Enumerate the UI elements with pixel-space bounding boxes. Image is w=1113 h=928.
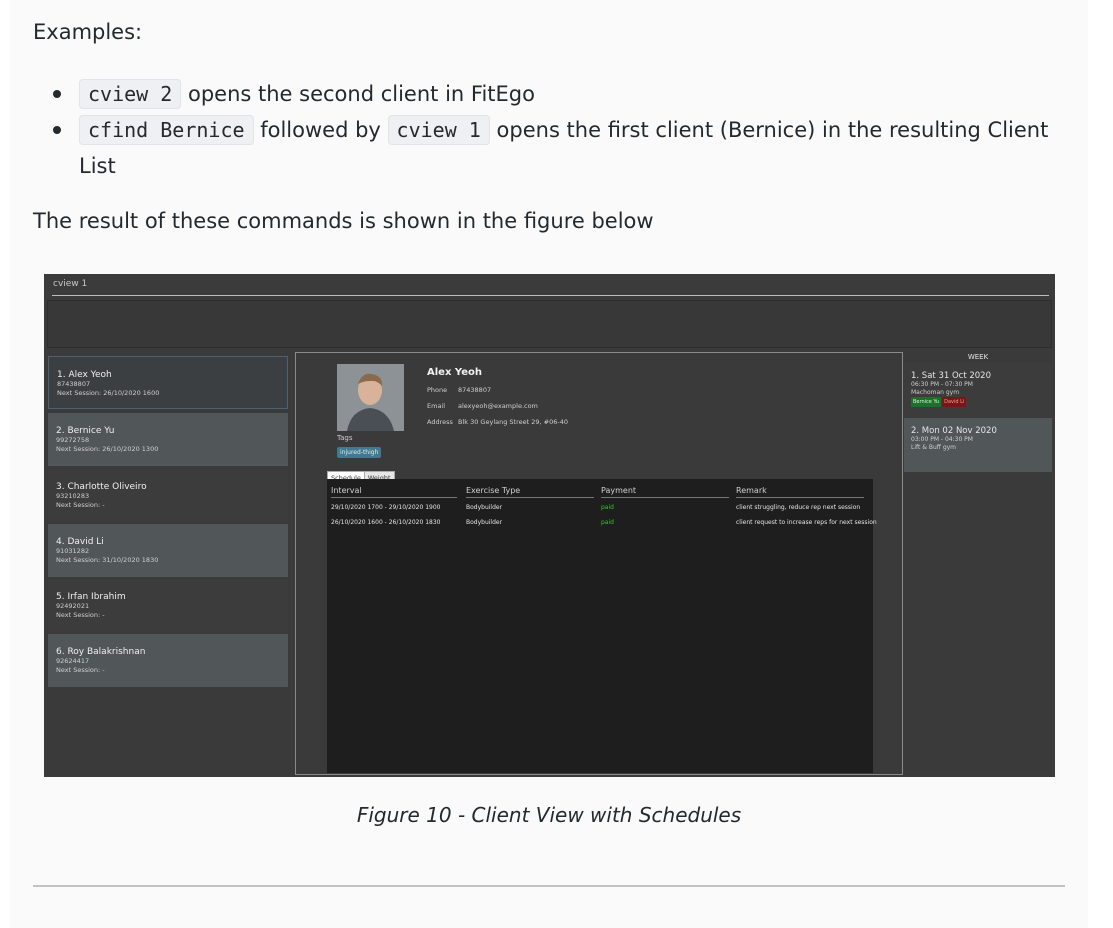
- column-header: Exercise Type: [466, 486, 594, 498]
- app-screenshot: cview 1 1. Alex Yeoh 87438807 Next Sessi…: [44, 274, 1055, 777]
- table-cell: 29/10/2020 1700 - 29/10/2020 1900: [331, 504, 441, 511]
- result-paragraph: The result of these commands is shown in…: [33, 209, 654, 233]
- session-date: 2. Mon 02 Nov 2020: [911, 426, 997, 436]
- bullet-icon: [53, 126, 61, 134]
- client-session: Next Session: -: [56, 611, 105, 619]
- client-phone: 87438807: [57, 380, 91, 388]
- table-cell: 26/10/2020 1600 - 26/10/2020 1830: [331, 519, 441, 526]
- column-header: Interval: [331, 486, 457, 498]
- session-time: 03:00 PM - 04:30 PM: [911, 436, 973, 443]
- week-session-card: 1. Sat 31 Oct 2020 06:30 PM - 07:30 PM M…: [904, 363, 1052, 417]
- client-pill: Bernice Yu: [911, 397, 942, 407]
- address-label: Address: [427, 418, 453, 426]
- session-time: 06:30 PM - 07:30 PM: [911, 381, 973, 388]
- client-card: 5. Irfan Ibrahim 92492021 Next Session: …: [48, 579, 288, 632]
- client-session: Next Session: 26/10/2020 1300: [56, 445, 159, 453]
- inline-code: cview 2: [79, 79, 182, 109]
- phone-row: Phone 87438807: [427, 386, 491, 394]
- inline-code: cview 1: [387, 115, 490, 145]
- email-label: Email: [427, 402, 446, 410]
- phone-value: 87438807: [458, 386, 492, 394]
- client-phone: 92492021: [56, 602, 90, 610]
- session-date: 1. Sat 31 Oct 2020: [911, 371, 991, 381]
- email-value: alexyeoh@example.com: [458, 402, 538, 410]
- example-text: followed by: [260, 118, 381, 142]
- client-card: 2. Bernice Yu 99272758 Next Session: 26/…: [48, 413, 288, 466]
- address-row: Address Blk 30 Geylang Street 29, #06-40: [427, 418, 568, 426]
- client-name: 6. Roy Balakrishnan: [56, 647, 146, 657]
- client-phone: 93210283: [56, 492, 90, 500]
- client-card: 1. Alex Yeoh 87438807 Next Session: 26/1…: [48, 356, 288, 409]
- session-place: Machoman gym: [911, 389, 960, 396]
- person-photo-icon: [337, 364, 404, 431]
- client-card: 3. Charlotte Oliveiro 93210283 Next Sess…: [48, 469, 288, 522]
- client-phone: 91031282: [56, 547, 90, 555]
- inline-code: cfind Bernice: [79, 115, 254, 145]
- client-card: 6. Roy Balakrishnan 92624417 Next Sessio…: [48, 634, 288, 687]
- bullet-icon: [53, 90, 61, 98]
- client-name: 1. Alex Yeoh: [57, 370, 112, 380]
- client-detail-panel: Alex Yeoh Phone 87438807 Email alexyeoh@ex…: [295, 352, 903, 775]
- column-header: Remark: [736, 486, 864, 498]
- client-name: 3. Charlotte Oliveiro: [56, 482, 147, 492]
- client-phone: 99272758: [56, 436, 90, 444]
- example-item: cview 2 opens the second client in FitEg…: [33, 76, 1073, 112]
- table-cell: paid: [601, 519, 614, 526]
- client-session: Next Session: 31/10/2020 1830: [56, 556, 159, 564]
- week-title: WEEK: [967, 353, 989, 361]
- email-row: Email alexyeoh@example.com: [427, 402, 538, 410]
- table-cell: client struggling, reduce rep next sessi…: [736, 504, 861, 511]
- client-session: Next Session: 26/10/2020 1600: [57, 389, 160, 397]
- command-underline: [52, 295, 1049, 296]
- client-photo: [337, 364, 404, 431]
- client-session: Next Session: -: [56, 501, 105, 509]
- column-header: Payment: [601, 486, 729, 498]
- client-phone: 92624417: [56, 657, 90, 665]
- client-name: 2. Bernice Yu: [56, 426, 115, 436]
- session-clients: Bernice Yu David Li: [911, 397, 1052, 407]
- client-session: Next Session: -: [56, 666, 105, 674]
- tags-label: Tags: [337, 434, 353, 442]
- document-page: Examples: cview 2 opens the second clien…: [10, 0, 1088, 928]
- horizontal-rule: [33, 885, 1065, 887]
- example-text: opens the second client in FitEgo: [187, 82, 535, 106]
- week-session-card: 2. Mon 02 Nov 2020 03:00 PM - 04:30 PM L…: [904, 418, 1052, 472]
- client-name: 4. David Li: [56, 537, 104, 547]
- client-detail-name: Alex Yeoh: [427, 367, 482, 378]
- examples-heading: Examples:: [33, 20, 143, 44]
- table-cell: paid: [601, 504, 614, 511]
- result-display: [47, 300, 1052, 348]
- tag-badge: injured-thigh: [337, 447, 382, 458]
- client-list: 1. Alex Yeoh 87438807 Next Session: 26/1…: [46, 356, 290, 775]
- figure-caption: Figure 10 - Client View with Schedules: [356, 803, 742, 827]
- phone-label: Phone: [427, 386, 448, 394]
- client-pill: David Li: [942, 397, 967, 407]
- client-card: 4. David Li 91031282 Next Session: 31/10…: [48, 524, 288, 577]
- client-name: 5. Irfan Ibrahim: [56, 592, 126, 602]
- session-place: Lift & Buff gym: [911, 444, 957, 451]
- schedule-table: Interval Exercise Type Payment Remark 29…: [327, 479, 877, 773]
- examples-list: cview 2 opens the second client in FitEg…: [33, 76, 1073, 184]
- example-item: cfind Bernice followed by cview 1 opens …: [33, 112, 1073, 184]
- table-cell: client request to increase reps for next…: [736, 519, 877, 526]
- command-box-text: cview 1: [53, 279, 88, 289]
- table-cell: Bodybuilder: [466, 504, 503, 511]
- week-panel: WEEK 1. Sat 31 Oct 2020 06:30 PM - 07:30…: [904, 352, 1052, 773]
- table-cell: Bodybuilder: [466, 519, 503, 526]
- address-value: Blk 30 Geylang Street 29, #06-40: [458, 418, 568, 426]
